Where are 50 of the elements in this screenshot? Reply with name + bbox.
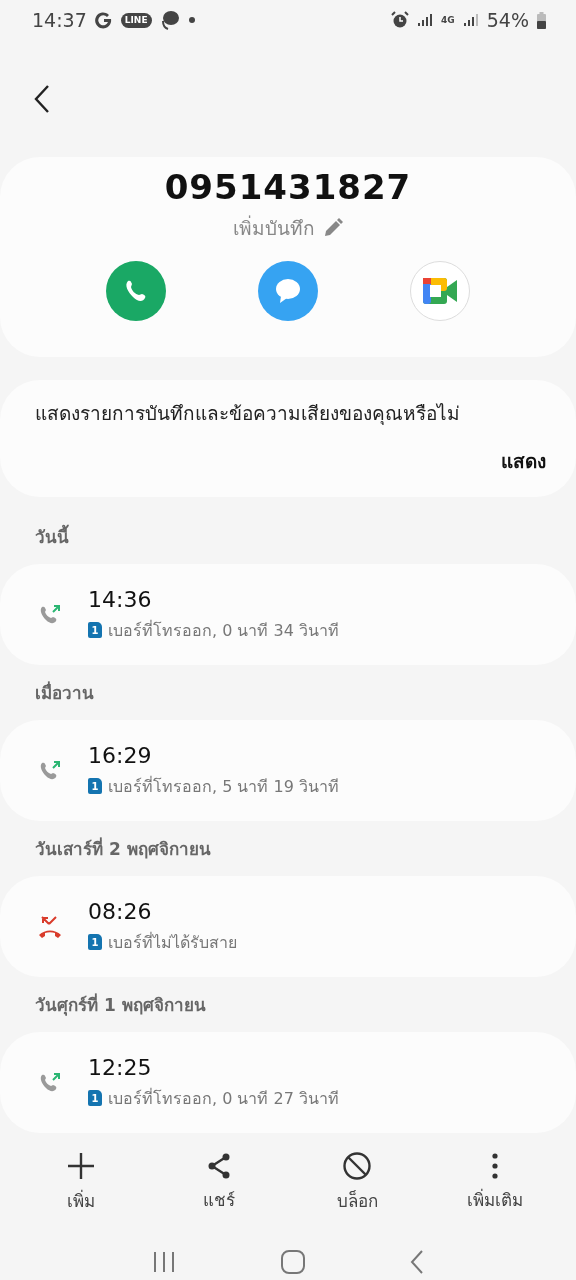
sim-badge: 1	[88, 934, 102, 950]
call-detail: เบอร์ที่โทรออก, 5 นาที 19 วินาที	[108, 775, 339, 798]
signal-icon	[462, 12, 479, 28]
battery-icon	[537, 11, 546, 29]
date-header: วันเสาร์ที่ 2 พฤศจิกายน	[35, 836, 211, 861]
sim-badge: 1	[88, 622, 102, 638]
back-nav-icon[interactable]	[410, 1249, 424, 1275]
call-log-item[interactable]: 08:26 1 เบอร์ที่ไม่ได้รับสาย	[0, 876, 576, 977]
google-g-icon	[94, 11, 113, 29]
call-detail: เบอร์ที่โทรออก, 0 นาที 34 วินาที	[108, 619, 339, 642]
call-time: 14:36	[88, 586, 153, 612]
share-icon	[206, 1151, 232, 1180]
more-icon	[491, 1151, 499, 1180]
battery-percent: 54%	[486, 9, 529, 31]
show-button[interactable]: แสดง	[501, 446, 546, 476]
add-button[interactable]: เพิ่ม	[26, 1149, 136, 1215]
home-icon[interactable]	[280, 1249, 306, 1275]
call-log-item[interactable]: 12:25 1 เบอร์ที่โทรออก, 0 นาที 27 วินาที	[0, 1032, 576, 1133]
dot-icon	[187, 16, 196, 24]
call-time: 08:26	[88, 898, 153, 924]
recent-apps-icon[interactable]	[152, 1250, 176, 1274]
block-button[interactable]: บล็อก	[302, 1149, 412, 1215]
pencil-icon[interactable]	[323, 218, 343, 238]
chat-bubble-icon	[159, 10, 180, 30]
notice-text: แสดงรายการบันทึกและข้อความเสียงของคุณหรือไม่	[35, 401, 461, 427]
call-log-item[interactable]: 14:36 1 เบอร์ที่โทรออก, 0 นาที 34 วินาที	[0, 564, 576, 665]
date-header: วันนี้	[35, 523, 69, 550]
block-icon	[342, 1150, 372, 1181]
sim-badge: 1	[88, 778, 102, 794]
call-time: 12:25	[88, 1054, 153, 1080]
clock: 14:37	[32, 9, 87, 31]
call-detail: เบอร์ที่โทรออก, 0 นาที 27 วินาที	[108, 1087, 339, 1110]
date-header: วันศุกร์ที่ 1 พฤศจิกายน	[35, 992, 206, 1018]
call-button[interactable]	[106, 261, 166, 321]
date-header: เมื่อวาน	[35, 680, 94, 705]
call-log-item[interactable]: 16:29 1 เบอร์ที่โทรออก, 5 นาที 19 วินาที	[0, 720, 576, 821]
share-button[interactable]: แชร์	[164, 1150, 274, 1214]
back-icon[interactable]	[34, 83, 50, 114]
signal-icon	[417, 12, 434, 28]
sim-badge: 1	[88, 1090, 102, 1106]
add-note-link[interactable]: เพิ่มบันทึก	[233, 213, 315, 243]
plus-icon	[66, 1150, 96, 1181]
call-time: 16:29	[88, 742, 153, 768]
network-type: 4G	[441, 15, 455, 25]
line-app-icon: LINE	[120, 12, 152, 28]
alarm-icon	[391, 11, 410, 29]
more-button[interactable]: เพิ่มเติม	[440, 1150, 550, 1214]
call-detail: เบอร์ที่ไม่ได้รับสาย	[108, 931, 237, 954]
message-button[interactable]	[258, 261, 318, 321]
phone-number: 0951431827	[164, 167, 412, 207]
